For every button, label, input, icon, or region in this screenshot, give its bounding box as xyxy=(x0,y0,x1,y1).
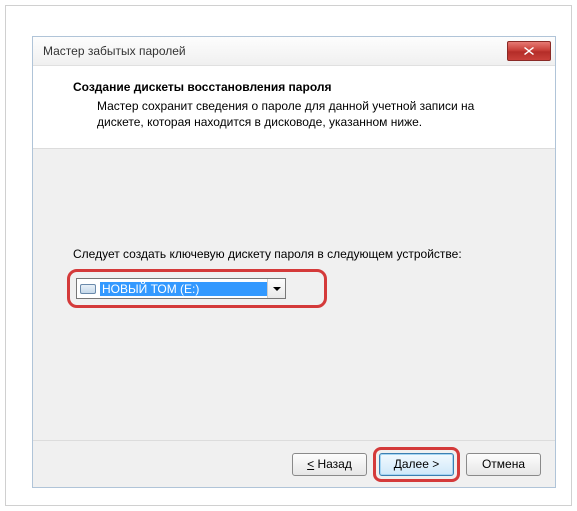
window-title: Мастер забытых паролей xyxy=(43,44,507,58)
body-pane: Следует создать ключевую дискету пароля … xyxy=(33,149,555,440)
next-button[interactable]: Далее > xyxy=(379,453,454,476)
highlight-next-button: Далее > xyxy=(373,447,460,482)
wizard-dialog: Мастер забытых паролей Создание дискеты … xyxy=(32,36,556,488)
screenshot-frame: Мастер забытых паролей Создание дискеты … xyxy=(5,5,572,506)
drive-select-value: НОВЫЙ ТОМ (E:) xyxy=(100,282,267,296)
back-button-label: < Назад xyxy=(307,457,352,471)
back-button[interactable]: < Назад xyxy=(292,453,367,476)
drive-icon xyxy=(80,284,96,294)
title-bar: Мастер забытых паролей xyxy=(33,37,555,66)
header-pane: Создание дискеты восстановления пароля М… xyxy=(33,66,555,149)
cancel-button-label: Отмена xyxy=(482,457,525,471)
instruction-text: Следует создать ключевую дискету пароля … xyxy=(73,247,515,261)
cancel-button[interactable]: Отмена xyxy=(466,453,541,476)
close-icon xyxy=(524,47,534,55)
page-subtitle: Мастер сохранит сведения о пароле для да… xyxy=(73,98,515,130)
chevron-down-icon xyxy=(267,279,285,298)
highlight-drive-select: НОВЫЙ ТОМ (E:) xyxy=(67,269,327,308)
close-button[interactable] xyxy=(507,41,551,61)
next-button-label: Далее > xyxy=(394,457,440,471)
drive-select[interactable]: НОВЫЙ ТОМ (E:) xyxy=(76,278,286,299)
page-title: Создание дискеты восстановления пароля xyxy=(73,80,515,94)
footer-buttons: < Назад Далее > Отмена xyxy=(33,440,555,487)
